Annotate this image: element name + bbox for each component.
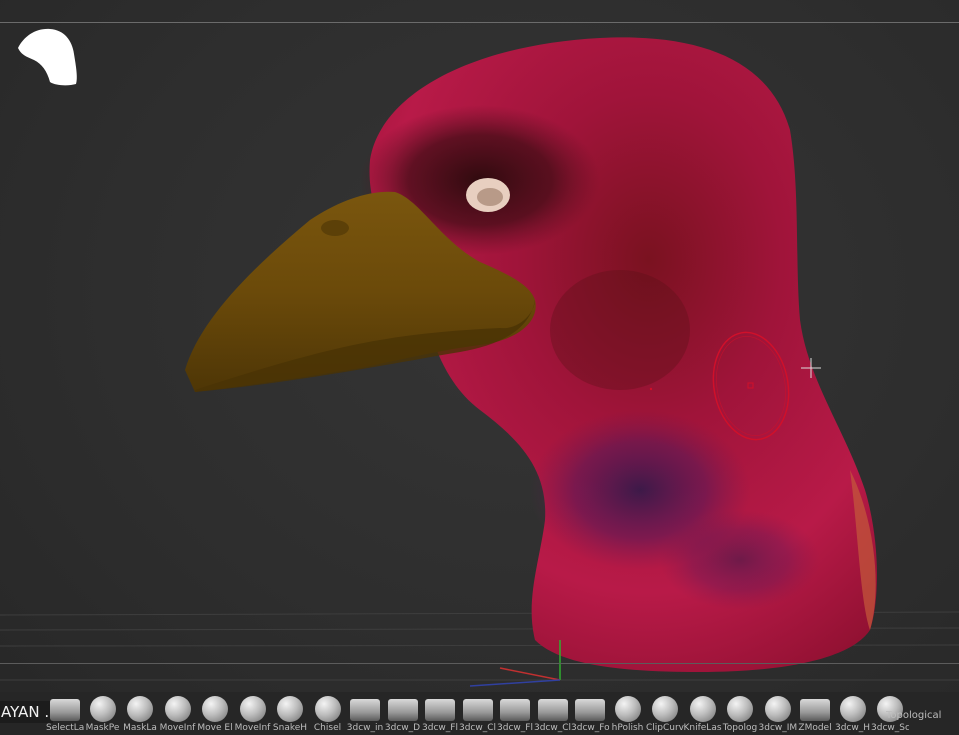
brush-thumbnail-icon bbox=[727, 696, 753, 722]
brush-masklasso[interactable]: MaskLa bbox=[121, 694, 159, 735]
brush-label: MaskLa bbox=[123, 723, 157, 733]
brush-clipcurve[interactable]: ClipCurv bbox=[646, 694, 684, 735]
brush-chisel[interactable]: Chisel bbox=[309, 694, 347, 735]
brush-label: ClipCurv bbox=[646, 723, 684, 733]
brush-thumbnail-icon bbox=[387, 699, 418, 721]
head-logo-icon bbox=[18, 28, 77, 86]
brush-thumbnail-icon bbox=[350, 699, 380, 721]
brush-thumbnail-icon bbox=[614, 696, 641, 722]
brush-thumbnail-icon bbox=[425, 699, 455, 721]
brush-thumbnail-icon bbox=[50, 699, 80, 721]
brush-thumbnail-icon bbox=[277, 696, 303, 722]
brush-thumbnail-icon bbox=[537, 699, 568, 721]
brush-thumbnail-icon bbox=[764, 696, 791, 722]
brush-3dcw-cl2[interactable]: 3dcw_Cl bbox=[534, 694, 572, 735]
brush-thumbnail-icon bbox=[689, 696, 716, 722]
model-canvas[interactable] bbox=[0, 0, 959, 735]
brush-label: Chisel bbox=[313, 723, 342, 733]
brush-thumbnail-icon bbox=[652, 696, 678, 722]
brush-zmodeler[interactable]: ZModel bbox=[796, 694, 834, 735]
brush-label: 3dcw_Sc bbox=[871, 723, 909, 733]
brush-label: 3dcw_Cl bbox=[458, 723, 497, 733]
brush-label: Move El bbox=[197, 723, 233, 733]
brush-label: 3dcw_IM bbox=[758, 723, 797, 733]
brush-topology[interactable]: Topolog bbox=[721, 694, 759, 735]
brush-3dcw-h[interactable]: 3dcw_H bbox=[834, 694, 872, 735]
brush-label: 3dcw_Fl bbox=[497, 723, 533, 733]
brush-3dcw-fl2[interactable]: 3dcw_Fl bbox=[496, 694, 534, 735]
brush-moveelastic[interactable]: Move El bbox=[196, 694, 234, 735]
brush-thumbnail-icon bbox=[239, 696, 266, 722]
brush-label: Topolog bbox=[722, 723, 758, 733]
brush-thumbnail-icon bbox=[500, 699, 530, 721]
brush-knifelasso[interactable]: KnifeLas bbox=[684, 694, 722, 735]
brush-moveinf2[interactable]: MoveInf bbox=[234, 694, 272, 735]
brush-label: SnakeH bbox=[272, 723, 308, 733]
brush-3dcw-fo[interactable]: 3dcw_Fo bbox=[571, 694, 609, 735]
brush-label: hPolish bbox=[611, 723, 644, 733]
brush-maskpen[interactable]: MaskPe bbox=[84, 694, 122, 735]
brush-thumbnail-icon bbox=[89, 696, 116, 722]
brush-thumbnail-icon bbox=[164, 696, 191, 722]
brush-label: SelectLa bbox=[46, 723, 84, 733]
brush-thumbnail-icon bbox=[575, 699, 605, 721]
brush-label: 3dcw_Fl bbox=[422, 723, 458, 733]
brush-thumbnail-icon bbox=[462, 699, 493, 721]
brush-label: 3dcw_Cl bbox=[533, 723, 572, 733]
brush-label: 3dcw_H bbox=[834, 723, 870, 733]
brush-label: 3dcw_Fo bbox=[571, 723, 609, 733]
brush-label: 3dcw_D bbox=[384, 723, 421, 733]
brush-3dcw-d[interactable]: 3dcw_D bbox=[384, 694, 422, 735]
brush-snakehook[interactable]: SnakeH bbox=[271, 694, 309, 735]
canvas-viewport[interactable] bbox=[0, 0, 959, 735]
brush-selectlasso[interactable]: SelectLa bbox=[46, 694, 84, 735]
current-brush-label: Topological bbox=[886, 710, 942, 721]
brush-thumbnail-icon bbox=[127, 696, 153, 722]
brush-moveinf[interactable]: MoveInf bbox=[159, 694, 197, 735]
brush-label: 3dcw_in bbox=[346, 723, 384, 733]
brush-thumbnail-icon bbox=[800, 699, 830, 721]
brush-label: MaskPe bbox=[85, 723, 120, 733]
brush-3dcw-im[interactable]: 3dcw_IM bbox=[759, 694, 797, 735]
brush-hpolish[interactable]: hPolish bbox=[609, 694, 647, 735]
brush-label: MoveInf bbox=[234, 723, 271, 733]
brush-label: KnifeLas bbox=[683, 723, 722, 733]
canvas-bottom-border bbox=[0, 663, 959, 664]
brush-label: MoveInf bbox=[159, 723, 196, 733]
brush-label: ZModel bbox=[798, 723, 832, 733]
brush-thumbnail-icon bbox=[314, 696, 341, 722]
brush-thumbnail-icon bbox=[839, 696, 866, 722]
brush-3dcw-in[interactable]: 3dcw_in bbox=[346, 694, 384, 735]
brush-thumbnail-icon bbox=[202, 696, 228, 722]
brush-3dcw-fl[interactable]: 3dcw_Fl bbox=[421, 694, 459, 735]
brush-3dcw-cl[interactable]: 3dcw_Cl bbox=[459, 694, 497, 735]
